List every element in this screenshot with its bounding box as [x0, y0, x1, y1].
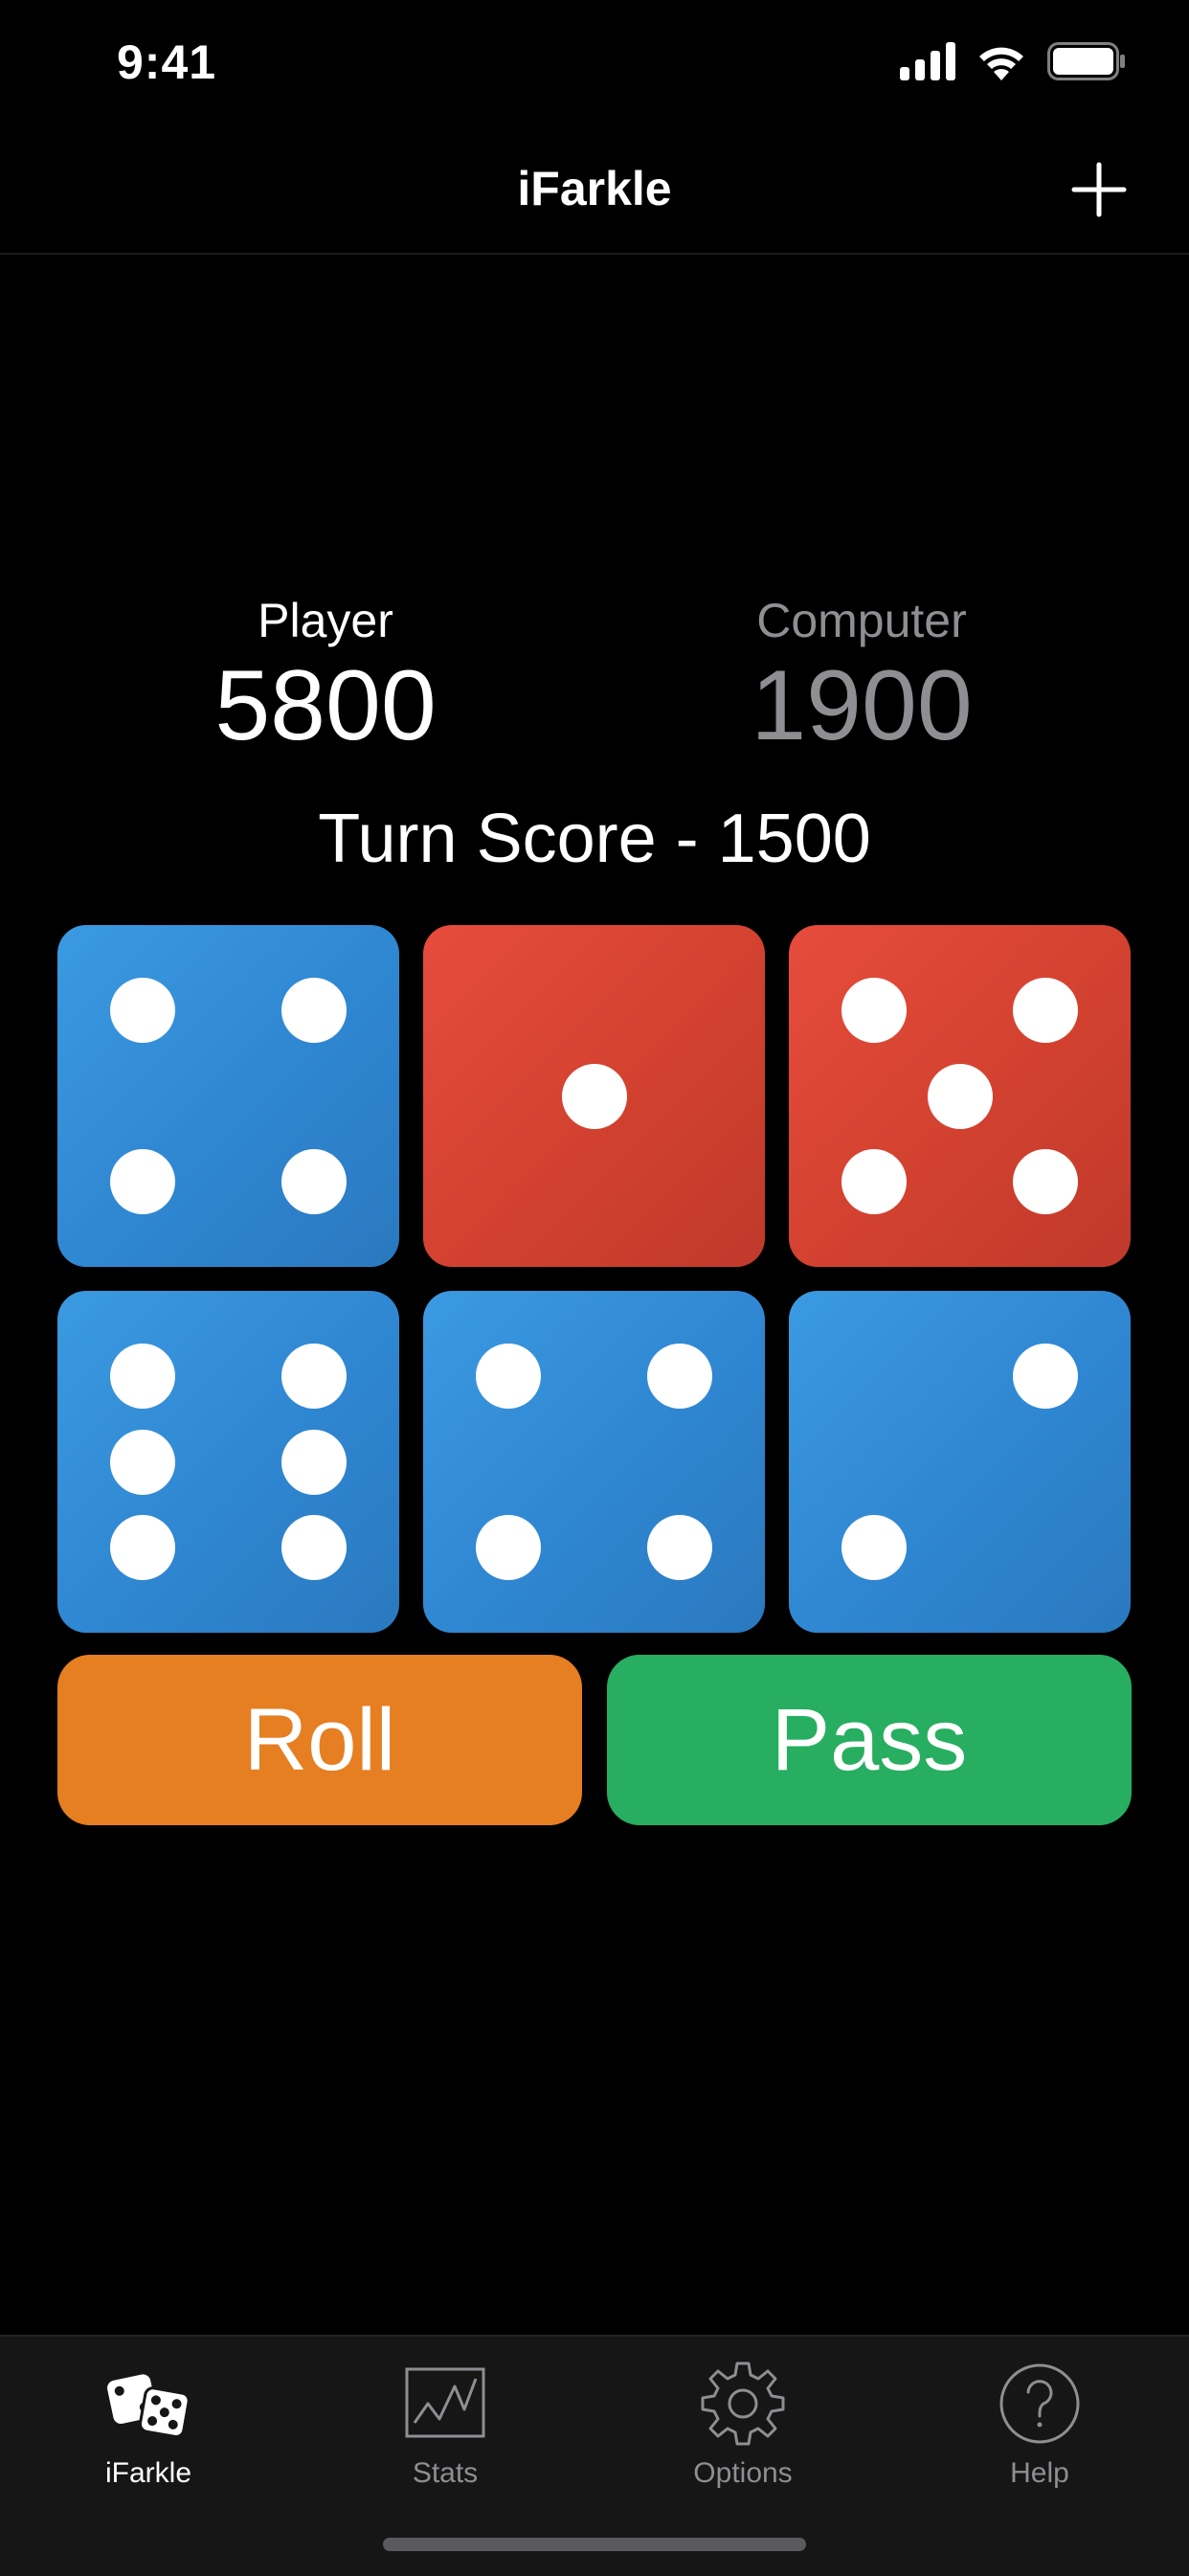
help-circle-icon [999, 2363, 1080, 2444]
status-time: 9:41 [117, 35, 217, 89]
status-bar: 9:41 [0, 0, 1189, 126]
die-pip [280, 1344, 347, 1410]
die-pip [110, 1429, 176, 1495]
die-1[interactable] [57, 925, 399, 1267]
die-pip [280, 1148, 347, 1214]
plus-icon[interactable] [1070, 161, 1128, 218]
die-pip [646, 1344, 712, 1410]
cellular-signal-icon [900, 42, 955, 80]
die-6[interactable] [789, 1291, 1131, 1633]
dice-grid [57, 925, 1132, 1633]
die-5[interactable] [423, 1291, 765, 1633]
tab-stats[interactable]: Stats [330, 2356, 560, 2509]
computer-score-value: 1900 [751, 650, 973, 761]
tab-options[interactable]: Options [628, 2356, 858, 2509]
chart-icon [405, 2367, 485, 2438]
tab-ifarkle[interactable]: iFarkle [34, 2356, 263, 2509]
die-pip [646, 1514, 712, 1580]
die-pip [280, 978, 347, 1044]
die-pip [110, 978, 176, 1044]
tab-label: iFarkle [104, 2457, 191, 2489]
wifi-icon [979, 47, 1023, 80]
die-2[interactable] [423, 925, 765, 1267]
tab-label: Stats [412, 2457, 479, 2489]
die-pip [1012, 1344, 1078, 1410]
die-pip [1012, 978, 1078, 1044]
player-score-value: 5800 [214, 650, 437, 761]
die-pip [841, 1148, 908, 1214]
player-score: Player 5800 [134, 592, 517, 758]
die-pip [280, 1514, 347, 1580]
die-pip [110, 1344, 176, 1410]
die-pip [476, 1344, 542, 1410]
tab-label: Options [693, 2457, 793, 2489]
die-pip [841, 978, 908, 1044]
die-3[interactable] [789, 925, 1131, 1267]
die-pip [110, 1514, 176, 1580]
dice-icon [107, 2374, 191, 2439]
die-pip [561, 1063, 627, 1129]
gear-icon [701, 2361, 785, 2446]
player-label: Player [258, 594, 393, 647]
nav-title: iFarkle [517, 162, 672, 215]
roll-button[interactable]: Roll [57, 1655, 582, 1825]
die-pip [1012, 1148, 1078, 1214]
computer-score: Computer 1900 [670, 592, 1053, 758]
turn-score: Turn Score - 1500 [318, 801, 871, 877]
die-pip [476, 1514, 542, 1580]
die-pip [927, 1063, 993, 1129]
computer-label: Computer [756, 594, 967, 647]
die-pip [280, 1429, 347, 1495]
die-4[interactable] [57, 1291, 399, 1633]
home-indicator [383, 2538, 806, 2551]
die-pip [110, 1148, 176, 1214]
tab-label: Help [1010, 2457, 1069, 2489]
tab-help[interactable]: Help [925, 2356, 1155, 2509]
battery-icon [1047, 42, 1125, 80]
navigation-bar: iFarkle [0, 126, 1189, 255]
status-icons [900, 42, 1126, 80]
die-pip [841, 1514, 908, 1580]
pass-button[interactable]: Pass [607, 1655, 1132, 1825]
